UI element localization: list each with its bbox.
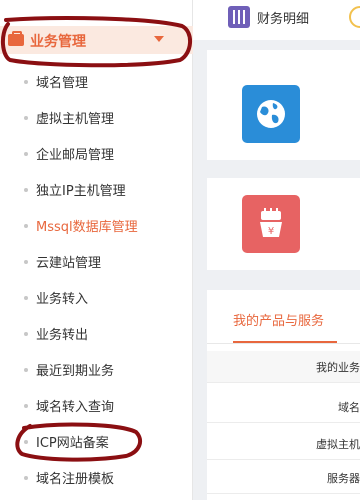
- bullet-icon: [24, 224, 28, 228]
- sidebar-item-domain[interactable]: 域名管理: [0, 68, 193, 94]
- sidebar-item-label: 业务转出: [36, 328, 89, 343]
- sidebar-item-label: 独立IP主机管理: [36, 184, 126, 199]
- section-header-business[interactable]: 业务管理: [0, 26, 193, 54]
- sidebar-item-label: 域名转入查询: [36, 400, 115, 415]
- sidebar: 业务管理 域名管理 虚拟主机管理 企业邮局管理 独立IP主机管理 Mssql数据…: [0, 0, 193, 500]
- bullet-icon: [24, 152, 28, 156]
- bullet-icon: [24, 296, 28, 300]
- sidebar-item-mail[interactable]: 企业邮局管理: [0, 140, 193, 166]
- table-header-cell: 我的业务: [316, 361, 360, 374]
- globe-icon[interactable]: [242, 85, 300, 143]
- sidebar-item-label: 业务转入: [36, 292, 89, 307]
- coin-icon[interactable]: [349, 6, 360, 28]
- sidebar-item-label: Mssql数据库管理: [36, 220, 138, 235]
- table-row[interactable]: 域名: [207, 391, 360, 423]
- tab-divider: [207, 343, 360, 344]
- bullet-icon: [24, 188, 28, 192]
- sidebar-item-icp-filing[interactable]: ICP网站备案: [0, 428, 193, 454]
- svg-text:¥: ¥: [268, 226, 274, 237]
- sidebar-item-dedicated-ip[interactable]: 独立IP主机管理: [0, 176, 193, 202]
- bullet-icon: [24, 476, 28, 480]
- certificate-icon[interactable]: ¥: [242, 195, 300, 253]
- table-row[interactable]: 服务器: [207, 462, 360, 494]
- table-header-row: 我的业务: [207, 351, 360, 383]
- bullet-icon: [24, 332, 28, 336]
- table-cell: 域名: [338, 401, 360, 414]
- bullet-icon: [24, 368, 28, 372]
- sidebar-item-mssql[interactable]: Mssql数据库管理: [0, 212, 193, 238]
- tab-my-products[interactable]: 我的产品与服务: [233, 310, 324, 329]
- sidebar-item-label: 最近到期业务: [36, 364, 115, 379]
- sidebar-item-label: 企业邮局管理: [36, 148, 115, 163]
- bullet-icon: [24, 116, 28, 120]
- bullet-icon: [24, 80, 28, 84]
- sidebar-item-label: 域名管理: [36, 76, 89, 91]
- sidebar-item-transfer-out[interactable]: 业务转出: [0, 320, 193, 346]
- sidebar-item-cloud-site[interactable]: 云建站管理: [0, 248, 193, 274]
- sidebar-item-expiring[interactable]: 最近到期业务: [0, 356, 193, 382]
- sidebar-item-domain-transfer-query[interactable]: 域名转入查询: [0, 392, 193, 418]
- sidebar-item-label: ICP网站备案: [36, 436, 109, 451]
- sidebar-item-label: 虚拟主机管理: [36, 112, 115, 127]
- sidebar-item-domain-template[interactable]: 域名注册模板: [0, 464, 193, 490]
- finance-details-link[interactable]: 财务明细: [257, 8, 309, 27]
- briefcase-icon: [8, 31, 24, 46]
- sidebar-item-virtual-host[interactable]: 虚拟主机管理: [0, 104, 193, 130]
- topbar: 财务明细: [193, 0, 360, 40]
- bullet-icon: [24, 440, 28, 444]
- bullet-icon: [24, 404, 28, 408]
- sidebar-item-label: 域名注册模板: [36, 472, 115, 487]
- table-cell: 虚拟主机: [316, 438, 360, 451]
- sidebar-item-transfer-in[interactable]: 业务转入: [0, 284, 193, 310]
- caret-down-icon[interactable]: [154, 36, 164, 42]
- section-title: 业务管理: [30, 34, 86, 50]
- bullet-icon: [24, 260, 28, 264]
- sliders-icon[interactable]: [228, 6, 250, 28]
- sidebar-item-label: 云建站管理: [36, 256, 102, 271]
- table-row[interactable]: 虚拟主机: [207, 428, 360, 460]
- table-cell: 服务器: [327, 472, 360, 485]
